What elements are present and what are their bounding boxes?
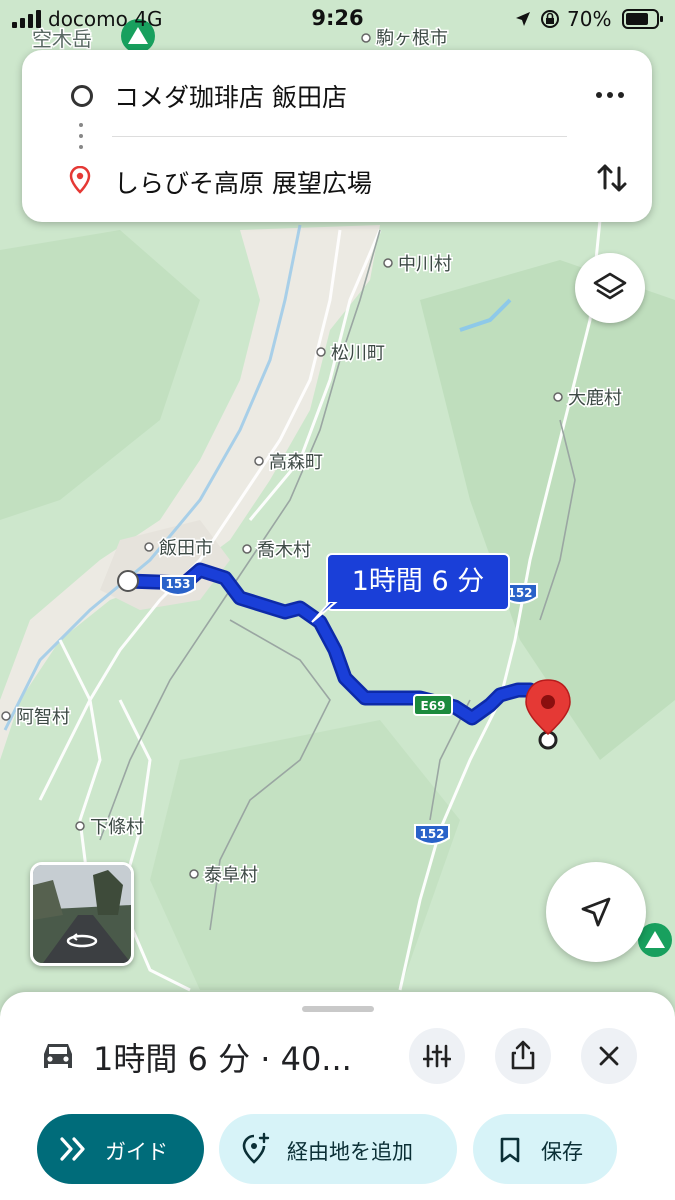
- route-shield-e69: E69: [413, 694, 453, 716]
- pin-icon: [69, 166, 91, 194]
- route-options-button[interactable]: [409, 1028, 465, 1084]
- guide-icon: [60, 1137, 85, 1161]
- sheet-grabber[interactable]: [302, 1006, 374, 1012]
- close-icon: [599, 1046, 619, 1066]
- directions-card: コメダ珈琲店 飯田店 しらびそ高原 展望広場: [22, 50, 652, 222]
- save-button[interactable]: 保存: [473, 1114, 617, 1184]
- route-summary: 1時間 6 分 · 40...: [93, 1040, 352, 1078]
- place-label-yasuoka: 泰阜村: [204, 865, 258, 886]
- battery-icon: [622, 9, 663, 29]
- route-shield-152-bottom: 152: [414, 824, 450, 845]
- share-icon: [511, 1040, 535, 1070]
- layers-button[interactable]: [575, 253, 645, 323]
- car-icon: [44, 1044, 72, 1068]
- route-shield-e69-label: E69: [421, 699, 446, 713]
- route-origin-marker: [117, 570, 139, 592]
- origin-icon: [71, 85, 93, 107]
- place-label-nakagawa: 中川村: [398, 254, 452, 275]
- status-bar: docomo 4G 9:26 70%: [0, 0, 675, 38]
- guide-label: ガイド: [105, 1140, 168, 1164]
- route-shield-153-label: 153: [165, 577, 190, 591]
- battery-percent: 70%: [567, 7, 612, 31]
- place-label-shimojo: 下條村: [90, 817, 144, 838]
- my-location-button[interactable]: [546, 862, 646, 962]
- save-label: 保存: [541, 1140, 583, 1164]
- route-bottom-sheet: 1時間 6 分 · 40... ガイド 経由地を追加 保存: [0, 992, 675, 1200]
- origin-field[interactable]: コメダ珈琲店 飯田店: [114, 78, 347, 114]
- field-divider: [112, 136, 567, 137]
- route-shield-152-top-label: 152: [507, 586, 532, 600]
- place-label-oshika: 大鹿村: [568, 388, 622, 409]
- bookmark-icon: [500, 1137, 520, 1163]
- street-view-thumbnail[interactable]: [30, 862, 134, 966]
- place-label-takamori: 高森町: [269, 452, 323, 473]
- guide-button[interactable]: ガイド: [37, 1114, 204, 1184]
- place-label-achi: 阿智村: [16, 707, 70, 728]
- add-waypoint-icon: [242, 1132, 270, 1164]
- place-label-iida: 飯田市: [159, 538, 213, 559]
- rotate-icon: [66, 933, 98, 948]
- add-waypoint-label: 経由地を追加: [287, 1140, 413, 1164]
- route-duration-bubble[interactable]: 1時間 6 分: [326, 553, 510, 611]
- rotation-lock-icon: [541, 10, 559, 28]
- options-icon: [423, 1044, 451, 1068]
- navigate-icon: [581, 897, 611, 927]
- destination-field[interactable]: しらびそ高原 展望広場: [114, 164, 372, 200]
- close-button[interactable]: [581, 1028, 637, 1084]
- location-arrow-icon: [516, 12, 530, 26]
- route-shield-152-bottom-label: 152: [419, 827, 444, 841]
- layers-icon: [593, 272, 627, 300]
- swap-icon[interactable]: [592, 158, 632, 198]
- place-label-takagi: 喬木村: [257, 540, 311, 561]
- share-button[interactable]: [495, 1028, 551, 1084]
- place-label-matsukawa: 松川町: [331, 343, 385, 364]
- route-shield-153: 153: [160, 575, 196, 596]
- bubble-pointer: [311, 602, 338, 623]
- more-icon[interactable]: [592, 76, 628, 112]
- add-waypoint-button[interactable]: 経由地を追加: [219, 1114, 457, 1184]
